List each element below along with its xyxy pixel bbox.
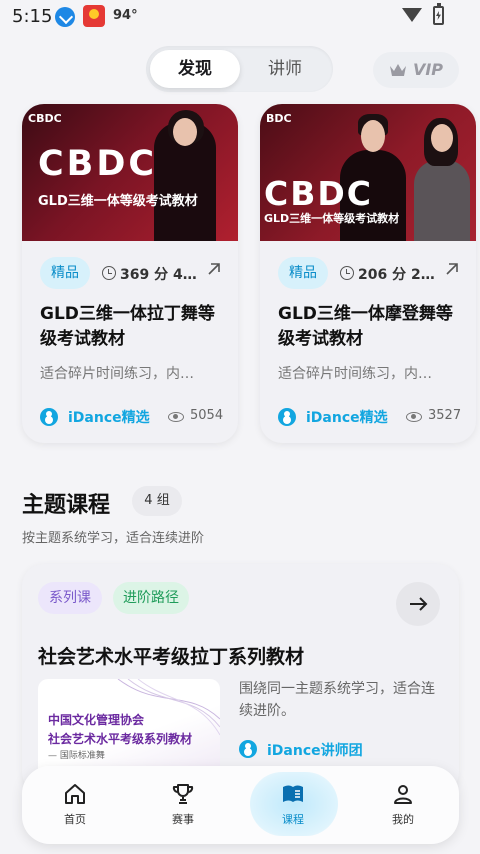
series-course-card[interactable]: 系列课 进阶路径 社会艺术水平考级拉丁系列教材 中国文化管理协会 社会艺术水平考… — [22, 564, 459, 794]
nav-courses[interactable]: 课程 — [248, 766, 338, 844]
featured-course-card[interactable]: CBDC CBDC GLD三维一体等级考试教材 精品 369 分 4… GLD三… — [22, 104, 238, 443]
course-title: GLD三维一体拉丁舞等级考试教材 — [40, 304, 215, 349]
author-avatar-icon — [40, 408, 58, 426]
nav-courses-label: 课程 — [282, 813, 304, 826]
status-temperature: 94° — [113, 8, 138, 23]
thumb-brand-big: CBDC — [38, 144, 158, 184]
section-count-badge: 4 组 — [132, 486, 182, 516]
thumb-brand-small: BDC — [266, 112, 292, 125]
author-avatar-icon — [239, 740, 257, 758]
thumb-brand-big: CBDC — [264, 174, 373, 213]
course-duration: 369 分 4… — [120, 267, 197, 283]
arrow-right-icon — [410, 597, 428, 611]
nav-home[interactable]: 首页 — [30, 766, 120, 844]
status-bar: 5:15 94° — [0, 0, 480, 34]
thumb-subtitle: GLD三维一体等级考试教材 — [38, 194, 198, 209]
author-name[interactable]: iDance精选 — [68, 407, 150, 427]
series-author[interactable]: iDance讲师团 — [267, 740, 363, 760]
section-title: 主题课程 — [22, 493, 111, 518]
section-subtitle: 按主题系统学习，适合连续进阶 — [22, 531, 205, 546]
female-dancer-face — [431, 124, 453, 152]
download-icon — [55, 7, 75, 27]
series-title: 社会艺术水平考级拉丁系列教材 — [38, 646, 305, 668]
course-thumbnail: CBDC CBDC GLD三维一体等级考试教材 — [22, 104, 238, 241]
thumb-brand-small: CBDC — [28, 112, 62, 125]
course-desc: 适合碎片时间练习，内… — [278, 366, 432, 382]
card-meta-row: 精品 369 分 4… — [40, 257, 230, 291]
course-desc: 适合碎片时间练习，内… — [40, 366, 194, 382]
female-dancer-figure — [414, 160, 470, 241]
thumb-line-1: 中国文化管理协会 — [48, 713, 145, 727]
vip-button[interactable]: VIP — [373, 52, 459, 88]
male-dancer-face — [361, 120, 385, 152]
thumb-wave-decoration — [117, 679, 220, 736]
dancer-face — [173, 118, 197, 146]
top-tab-switcher: 发现 讲师 — [146, 46, 333, 92]
nav-profile[interactable]: 我的 — [358, 766, 448, 844]
thumb-subtitle: GLD三维一体等级考试教材 — [264, 212, 400, 225]
book-icon — [283, 785, 303, 802]
nav-events-label: 赛事 — [172, 813, 194, 826]
trophy-icon — [172, 784, 194, 804]
clock-icon — [102, 266, 116, 280]
premium-tag: 精品 — [278, 257, 328, 289]
person-icon — [394, 785, 412, 804]
course-thumbnail: BDC CBDC GLD三维一体等级考试教材 — [260, 104, 476, 241]
view-count: 3527 — [428, 408, 462, 423]
eye-icon — [406, 412, 422, 422]
author-avatar-icon — [278, 408, 296, 426]
tab-lecturers[interactable]: 讲师 — [240, 50, 330, 88]
status-time: 5:15 — [12, 6, 53, 27]
series-tag: 系列课 — [38, 582, 102, 614]
author-name[interactable]: iDance精选 — [306, 407, 388, 427]
eye-icon — [168, 412, 184, 422]
author-row: iDance精选 5054 — [40, 406, 230, 428]
clock-icon — [340, 266, 354, 280]
open-arrow-icon[interactable] — [444, 261, 460, 277]
home-icon — [65, 784, 85, 804]
course-title: GLD三维一体摩登舞等级考试教材 — [278, 304, 453, 349]
tab-discover[interactable]: 发现 — [150, 50, 240, 88]
wifi-icon — [402, 8, 422, 22]
thumb-line-2: 社会艺术水平考级系列教材 — [48, 732, 193, 746]
crown-icon — [390, 64, 406, 76]
premium-tag: 精品 — [40, 257, 90, 289]
course-duration: 206 分 2… — [358, 267, 435, 283]
series-thumbnail: 中国文化管理协会 社会艺术水平考级系列教材 — 国际标准舞 — [38, 679, 220, 779]
path-tag: 进阶路径 — [113, 582, 189, 614]
bottom-navigation: 首页 赛事 课程 我的 — [22, 766, 459, 844]
app-notification-icon — [83, 5, 105, 27]
card-meta-row: 精品 206 分 2… — [278, 257, 468, 291]
view-count: 5054 — [190, 408, 224, 423]
nav-home-label: 首页 — [64, 813, 86, 826]
open-arrow-icon[interactable] — [206, 261, 222, 277]
series-desc: 围绕同一主题系统学习，适合连续进阶。 — [239, 681, 435, 719]
battery-charging-icon — [433, 3, 444, 25]
nav-profile-label: 我的 — [392, 813, 414, 826]
featured-course-card[interactable]: BDC CBDC GLD三维一体等级考试教材 精品 206 分 2… GLD三维… — [260, 104, 476, 443]
vip-label: VIP — [412, 60, 443, 79]
thumb-line-3: — 国际标准舞 — [48, 751, 105, 761]
nav-events[interactable]: 赛事 — [138, 766, 228, 844]
open-series-button[interactable] — [396, 582, 440, 626]
author-row: iDance精选 3527 — [278, 406, 468, 428]
